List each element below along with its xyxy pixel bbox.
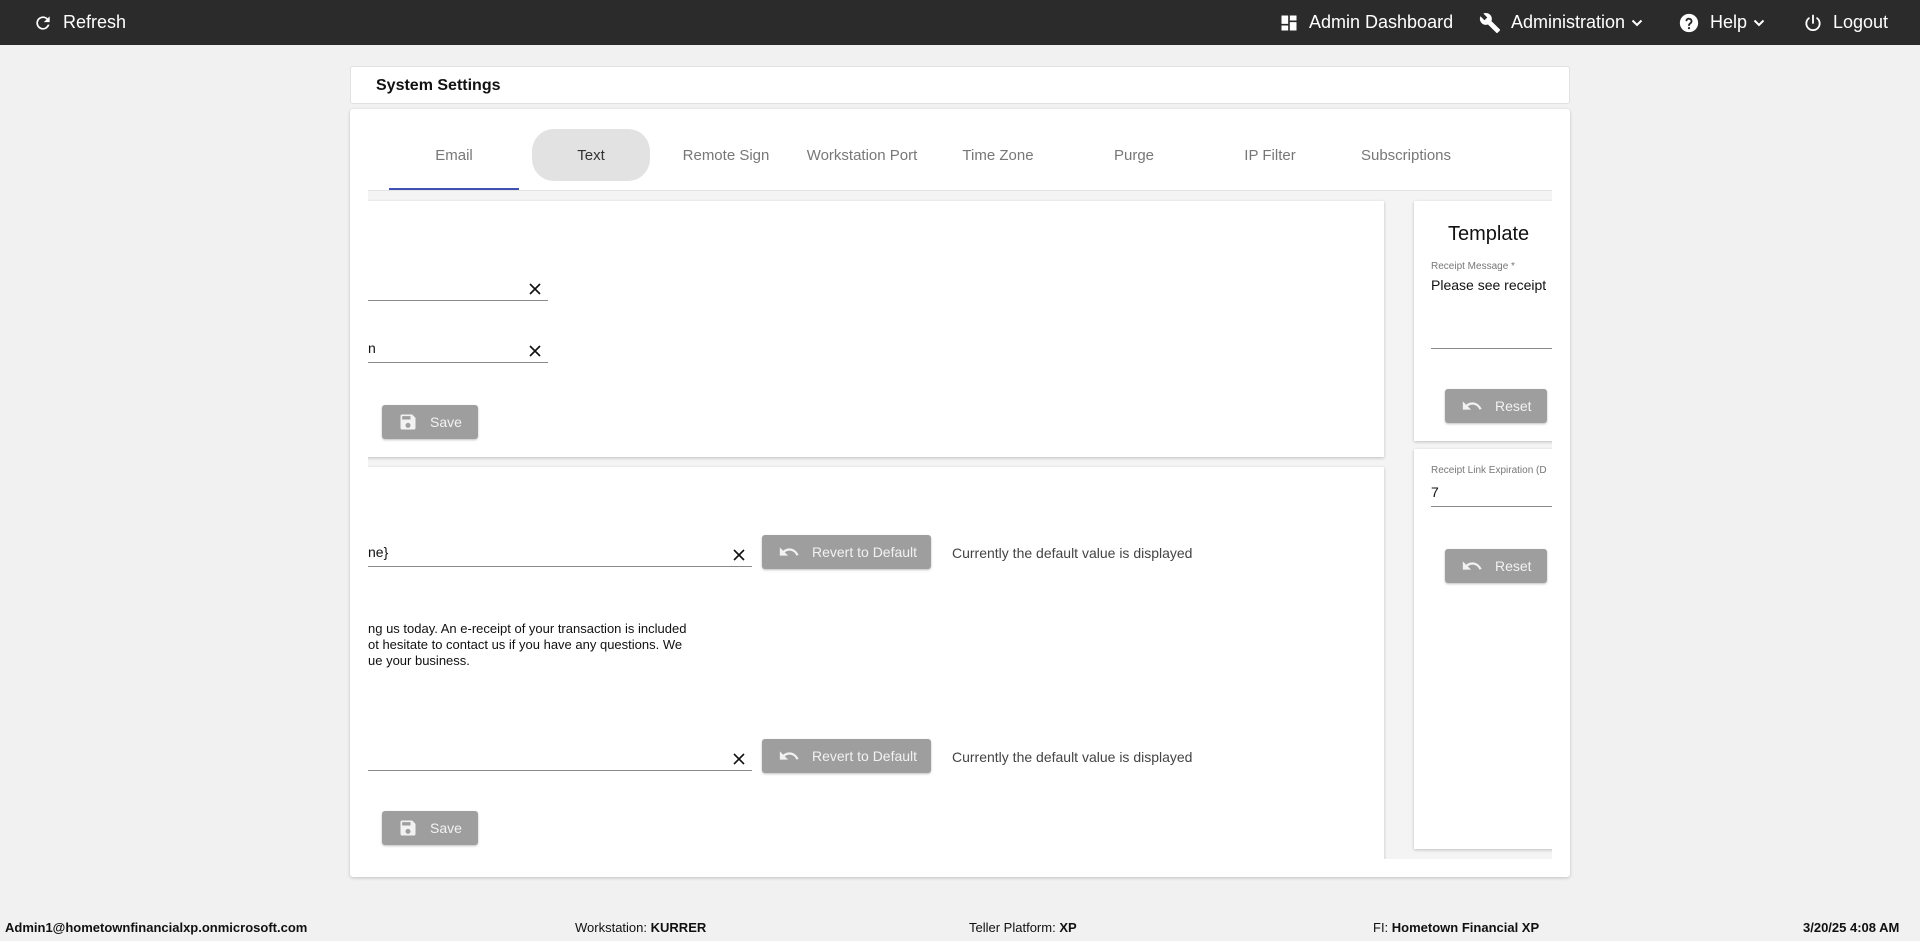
status-fi: FI: Hometown Financial XP xyxy=(1373,920,1539,935)
reset-label: Reset xyxy=(1495,558,1532,574)
help-label: Help xyxy=(1710,12,1748,32)
undo-icon xyxy=(1461,555,1483,577)
template-panel: Template Receipt Message * Please see re… xyxy=(1414,201,1552,441)
platform-label: Teller Platform: xyxy=(969,920,1056,935)
save-label: Save xyxy=(430,820,462,836)
subject-field[interactable]: ne} xyxy=(368,537,752,567)
undo-icon xyxy=(778,745,800,767)
text-field-2-value: n xyxy=(368,340,376,356)
administration-label: Administration xyxy=(1511,12,1626,32)
status-workstation: Workstation: KURRER xyxy=(575,920,706,935)
workstation-label: Workstation: xyxy=(575,920,648,935)
clear-icon[interactable] xyxy=(732,752,746,766)
chevron-down-icon xyxy=(1631,17,1643,29)
refresh-label: Refresh xyxy=(63,12,127,32)
left-top-panel: n Save xyxy=(368,201,1384,457)
platform-value: XP xyxy=(1059,920,1077,935)
status-datetime: 3/20/25 4:08 AM xyxy=(1803,920,1900,935)
text-field-3[interactable] xyxy=(368,741,752,771)
clear-icon[interactable] xyxy=(528,282,542,296)
admin-dashboard-label: Admin Dashboard xyxy=(1309,12,1454,32)
fi-label: FI: xyxy=(1373,920,1389,935)
tab-subscriptions[interactable]: Subscriptions xyxy=(1341,129,1471,181)
help-icon xyxy=(1678,12,1700,34)
settings-header: System Settings xyxy=(350,66,1570,104)
save-icon xyxy=(398,412,418,432)
email-body-text[interactable]: ng us today. An e-receipt of your transa… xyxy=(368,621,686,669)
refresh-icon xyxy=(33,13,53,33)
undo-icon xyxy=(1461,395,1483,417)
receipt-message-value: Please see receipt xyxy=(1431,277,1547,293)
administration-menu[interactable]: Administration xyxy=(1479,0,1643,45)
reset-button[interactable]: Reset xyxy=(1445,549,1547,583)
wrench-icon xyxy=(1479,12,1501,34)
page-title: System Settings xyxy=(376,77,501,94)
tab-time-zone[interactable]: Time Zone xyxy=(933,129,1063,181)
receipt-message-field[interactable]: Please see receipt xyxy=(1431,263,1552,349)
chevron-down-icon xyxy=(1753,17,1765,29)
save-button[interactable]: Save xyxy=(382,405,478,439)
workstation-value: KURRER xyxy=(650,920,707,935)
settings-tabs: Email Text Remote Sign Workstation Port … xyxy=(368,129,1552,191)
save-label: Save xyxy=(430,414,462,430)
tab-purge[interactable]: Purge xyxy=(1069,129,1199,181)
settings-card: Email Text Remote Sign Workstation Port … xyxy=(350,109,1570,877)
save-button[interactable]: Save xyxy=(382,811,478,845)
reset-button[interactable]: Reset xyxy=(1445,389,1547,423)
tab-ip-filter[interactable]: IP Filter xyxy=(1205,129,1335,181)
receipt-link-expiration-value: 7 xyxy=(1431,484,1439,500)
top-bar: Refresh Admin Dashboard Administration H… xyxy=(0,0,1920,45)
tab-content: n Save ne} Revert to Default Currently t… xyxy=(368,191,1552,859)
clear-icon[interactable] xyxy=(732,548,746,562)
dashboard-icon xyxy=(1279,13,1299,33)
revert-to-default-label: Revert to Default xyxy=(812,748,918,764)
tab-email[interactable]: Email xyxy=(389,129,519,181)
tab-text[interactable]: Text xyxy=(532,129,650,181)
logout-label: Logout xyxy=(1833,12,1889,32)
status-user: Admin1@hometownfinancialxp.onmicrosoft.c… xyxy=(5,920,308,935)
active-tab-indicator xyxy=(389,188,519,190)
admin-dashboard-button[interactable]: Admin Dashboard xyxy=(1279,0,1453,45)
default-value-note: Currently the default value is displayed xyxy=(952,749,1193,765)
email-body-line: ue your business. xyxy=(368,653,470,668)
revert-to-default-button[interactable]: Revert to Default xyxy=(762,535,931,569)
email-body-line: ng us today. An e-receipt of your transa… xyxy=(368,621,687,636)
text-field-1[interactable] xyxy=(368,271,548,301)
power-icon xyxy=(1803,13,1823,33)
template-title: Template xyxy=(1448,223,1530,245)
revert-to-default-label: Revert to Default xyxy=(812,544,918,560)
status-teller-platform: Teller Platform: XP xyxy=(969,920,1077,935)
refresh-button[interactable]: Refresh xyxy=(33,0,126,45)
text-field-2[interactable]: n xyxy=(368,333,548,363)
subject-field-value: ne} xyxy=(368,544,389,560)
receipt-link-panel: Receipt Link Expiration (D 7 Reset xyxy=(1414,449,1552,849)
receipt-link-expiration-field[interactable]: 7 xyxy=(1431,467,1552,507)
save-icon xyxy=(398,818,418,838)
tab-workstation-port[interactable]: Workstation Port xyxy=(797,129,927,181)
left-bottom-panel: ne} Revert to Default Currently the defa… xyxy=(368,467,1384,859)
fi-value: Hometown Financial XP xyxy=(1391,920,1540,935)
default-value-note: Currently the default value is displayed xyxy=(952,545,1193,561)
logout-button[interactable]: Logout xyxy=(1803,0,1888,45)
undo-icon xyxy=(778,541,800,563)
email-body-line: ot hesitate to contact us if you have an… xyxy=(368,637,683,652)
revert-to-default-button[interactable]: Revert to Default xyxy=(762,739,931,773)
tab-remote-sign[interactable]: Remote Sign xyxy=(661,129,791,181)
reset-label: Reset xyxy=(1495,398,1532,414)
clear-icon[interactable] xyxy=(528,344,542,358)
status-bar: Admin1@hometownfinancialxp.onmicrosoft.c… xyxy=(0,915,1920,941)
help-menu[interactable]: Help xyxy=(1678,0,1765,45)
